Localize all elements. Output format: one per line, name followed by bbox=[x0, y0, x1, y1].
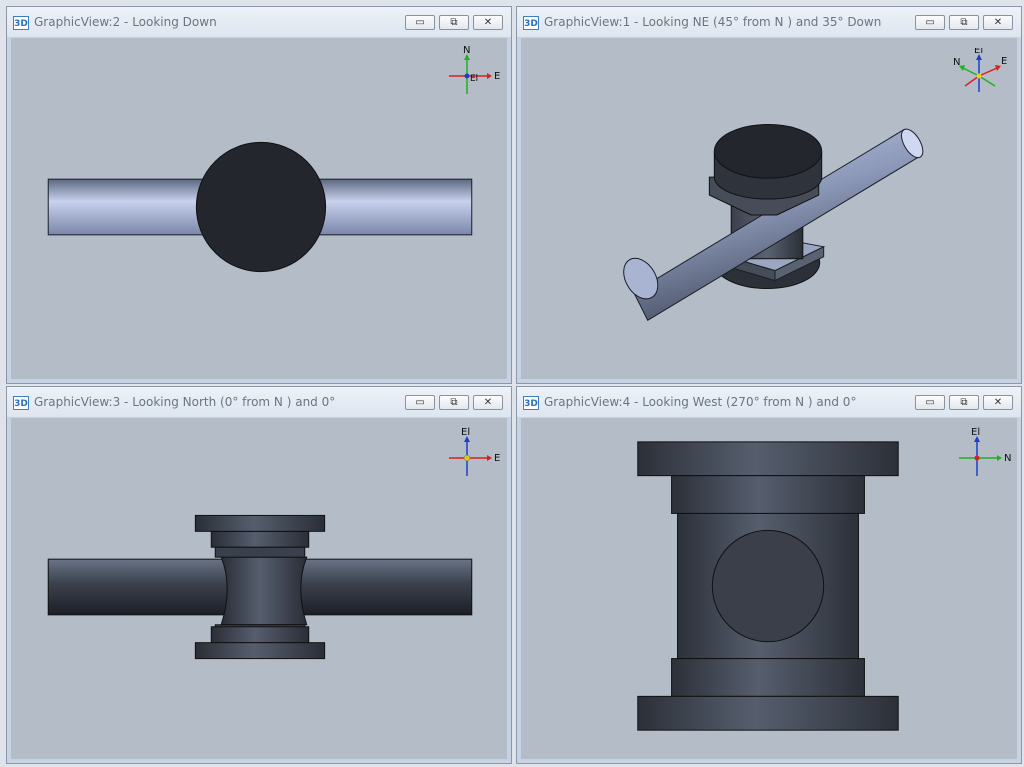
restore-button[interactable]: ⧉ bbox=[439, 15, 469, 30]
svg-text:E: E bbox=[494, 71, 500, 82]
restore-button[interactable]: ⧉ bbox=[949, 15, 979, 30]
restore-button[interactable]: ⧉ bbox=[439, 395, 469, 410]
svg-text:El: El bbox=[974, 48, 983, 56]
viewport-looking-west[interactable]: El N bbox=[521, 418, 1017, 759]
orientation-triad-icon: El N bbox=[959, 427, 1011, 476]
orientation-triad-icon: N E El bbox=[449, 45, 500, 94]
minimize-button[interactable]: ▭ bbox=[405, 395, 435, 410]
close-button[interactable]: ✕ bbox=[473, 395, 503, 410]
minimize-button[interactable]: ▭ bbox=[915, 395, 945, 410]
viewport-looking-down[interactable]: N E El bbox=[11, 38, 507, 379]
window-title: GraphicView:1 - Looking NE (45° from N )… bbox=[544, 15, 882, 29]
svg-text:El: El bbox=[971, 427, 980, 438]
top-flange bbox=[637, 441, 899, 477]
svg-text:El: El bbox=[470, 74, 478, 84]
model-render bbox=[637, 441, 899, 731]
close-button[interactable]: ✕ bbox=[983, 395, 1013, 410]
title-bar[interactable]: 3D GraphicView:4 - Looking West (270° fr… bbox=[517, 387, 1021, 417]
graphic-view-1-pane: 3D GraphicView:1 - Looking NE (45° from … bbox=[516, 6, 1022, 384]
3d-view-icon: 3D bbox=[523, 16, 539, 30]
model-render bbox=[47, 141, 473, 273]
window-title: GraphicView:3 - Looking North (0° from N… bbox=[34, 395, 336, 409]
bottom-flange bbox=[637, 695, 899, 731]
top-cap bbox=[713, 123, 823, 179]
viewport-looking-north[interactable]: El E bbox=[11, 418, 507, 759]
close-button[interactable]: ✕ bbox=[473, 15, 503, 30]
3d-view-icon: 3D bbox=[13, 396, 29, 410]
window-title: GraphicView:4 - Looking West (270° from … bbox=[544, 395, 857, 409]
window-title: GraphicView:2 - Looking Down bbox=[34, 15, 217, 29]
svg-text:N: N bbox=[463, 45, 470, 56]
svg-text:El: El bbox=[461, 427, 470, 438]
orientation-triad-icon: El E bbox=[449, 427, 500, 476]
close-button[interactable]: ✕ bbox=[983, 15, 1013, 30]
svg-text:N: N bbox=[953, 57, 960, 68]
cap-disc bbox=[195, 141, 327, 273]
bottom-flange bbox=[194, 642, 326, 660]
svg-text:E: E bbox=[494, 453, 500, 464]
title-bar[interactable]: 3D GraphicView:3 - Looking North (0° fro… bbox=[7, 387, 511, 417]
minimize-button[interactable]: ▭ bbox=[405, 15, 435, 30]
3d-view-icon: 3D bbox=[523, 396, 539, 410]
graphic-view-3-pane: 3D GraphicView:3 - Looking North (0° fro… bbox=[6, 386, 512, 764]
valve-body bbox=[220, 556, 308, 626]
3d-view-icon: 3D bbox=[13, 16, 29, 30]
title-bar[interactable]: 3D GraphicView:2 - Looking Down ▭ ⧉ ✕ bbox=[7, 7, 511, 37]
model-render bbox=[623, 123, 924, 322]
minimize-button[interactable]: ▭ bbox=[915, 15, 945, 30]
svg-text:N: N bbox=[1004, 453, 1011, 464]
title-bar[interactable]: 3D GraphicView:1 - Looking NE (45° from … bbox=[517, 7, 1021, 37]
svg-text:E: E bbox=[1001, 56, 1007, 67]
orientation-triad-icon: El N E bbox=[953, 48, 1007, 92]
graphic-view-2-pane: 3D GraphicView:2 - Looking Down ▭ ⧉ ✕ N … bbox=[6, 6, 512, 384]
graphic-view-4-pane: 3D GraphicView:4 - Looking West (270° fr… bbox=[516, 386, 1022, 764]
model-render bbox=[47, 514, 473, 660]
viewport-looking-ne[interactable]: El N E bbox=[521, 38, 1017, 379]
restore-button[interactable]: ⧉ bbox=[949, 395, 979, 410]
top-flange bbox=[194, 514, 326, 532]
pipe-bore bbox=[711, 529, 825, 643]
